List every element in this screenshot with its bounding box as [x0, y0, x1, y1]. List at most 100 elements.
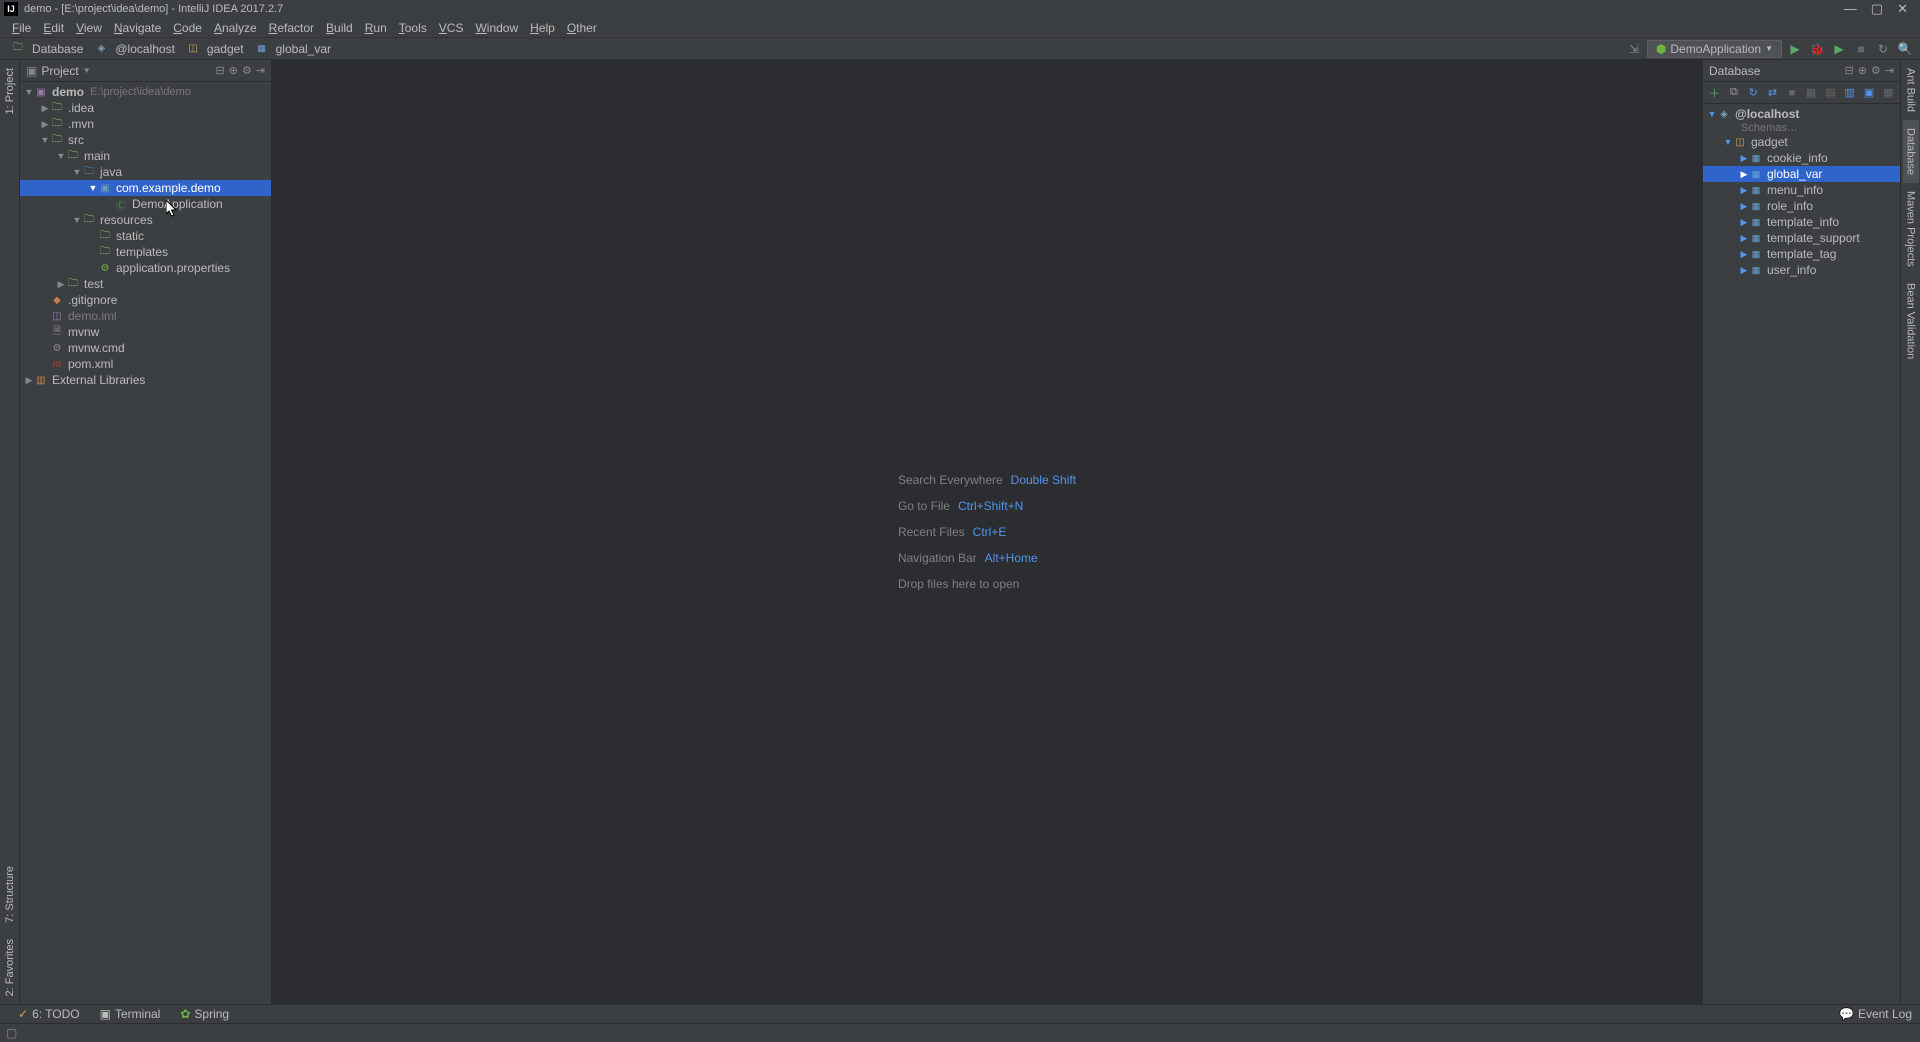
gear-icon[interactable]: ⚙ [1871, 64, 1881, 77]
chevron-right-icon[interactable]: ▶ [1739, 249, 1749, 260]
terminal-tab[interactable]: ▣Terminal [90, 1007, 171, 1021]
menu-edit[interactable]: Edit [37, 21, 70, 35]
menu-code[interactable]: Code [167, 21, 208, 35]
tree-item[interactable]: ▼🗀src [20, 132, 271, 148]
project-tree[interactable]: ▼▣demoE:\project\idea\demo ▶🗀.idea ▶🗀.mv… [20, 82, 271, 1004]
breadcrumb[interactable]: ◫gadget [181, 42, 250, 56]
menu-help[interactable]: Help [524, 21, 561, 35]
chevron-right-icon[interactable]: ▶ [40, 103, 50, 114]
menu-view[interactable]: View [70, 21, 108, 35]
tree-item[interactable]: ▶🗀.mvn [20, 116, 271, 132]
chevron-down-icon[interactable]: ▼ [1723, 137, 1733, 147]
tree-item[interactable]: 🗎mvnw [20, 324, 271, 340]
db-host[interactable]: ▼◈@localhost [1703, 106, 1900, 122]
db-table[interactable]: ▶▦cookie_info [1703, 150, 1900, 166]
collapse-all-button[interactable]: ⊟ [1844, 64, 1853, 77]
chevron-right-icon[interactable]: ▶ [1739, 153, 1749, 164]
search-button[interactable]: 🔍 [1896, 40, 1914, 58]
spring-tab[interactable]: ✿Spring [170, 1007, 239, 1021]
schemas-hint[interactable]: Schemas… [1703, 122, 1900, 134]
tree-item[interactable]: ▶🗀.idea [20, 100, 271, 116]
maximize-button[interactable]: ▢ [1871, 1, 1883, 17]
minimize-button[interactable]: — [1844, 1, 1857, 17]
db-table[interactable]: ▶▦template_info [1703, 214, 1900, 230]
chevron-right-icon[interactable]: ▶ [1739, 201, 1749, 212]
stop-button[interactable]: ■ [1784, 85, 1799, 101]
menu-tools[interactable]: Tools [393, 21, 433, 35]
chevron-down-icon[interactable]: ▼ [72, 215, 82, 225]
coverage-button[interactable]: ▶ [1830, 40, 1848, 58]
chevron-right-icon[interactable]: ▶ [24, 375, 34, 386]
menu-vcs[interactable]: VCS [433, 21, 470, 35]
menu-navigate[interactable]: Navigate [108, 21, 167, 35]
tree-item[interactable]: ▼🗀main [20, 148, 271, 164]
run-config-selector[interactable]: ⬢ DemoApplication ▼ [1647, 40, 1782, 58]
database-panel-title[interactable]: Database [1709, 64, 1844, 78]
gear-icon[interactable]: ⚙ [242, 64, 252, 77]
tree-item[interactable]: 🗀static [20, 228, 271, 244]
chevron-right-icon[interactable]: ▶ [1739, 217, 1749, 228]
collapse-all-button[interactable]: ⊟ [215, 64, 224, 77]
chevron-down-icon[interactable]: ▼ [24, 87, 34, 97]
db-table[interactable]: ▶▦menu_info [1703, 182, 1900, 198]
chevron-right-icon[interactable]: ▶ [40, 119, 50, 130]
chevron-right-icon[interactable]: ▶ [1739, 169, 1749, 180]
tree-item[interactable]: 🗀templates [20, 244, 271, 260]
debug-button[interactable]: 🐞 [1808, 40, 1826, 58]
menu-analyze[interactable]: Analyze [208, 21, 263, 35]
menu-build[interactable]: Build [320, 21, 359, 35]
tree-item[interactable]: ▶▥External Libraries [20, 372, 271, 388]
hide-panel-button[interactable]: ⇥ [1885, 64, 1894, 77]
chevron-right-icon[interactable]: ▶ [1739, 265, 1749, 276]
project-panel-title[interactable]: ▣ Project ▼ [26, 64, 215, 78]
duplicate-button[interactable]: ⧉ [1726, 85, 1741, 101]
close-button[interactable]: ✕ [1897, 1, 1908, 17]
menu-refactor[interactable]: Refactor [263, 21, 320, 35]
gutter-project-tab[interactable]: 1: Project [2, 60, 18, 122]
tree-item-selected[interactable]: ▼▣com.example.demo [20, 180, 271, 196]
tree-item[interactable]: ⒸDemoApplication [20, 196, 271, 212]
tree-item[interactable]: ▼🗀resources [20, 212, 271, 228]
console-button[interactable]: ▣ [1861, 85, 1876, 101]
breadcrumb[interactable]: ◈@localhost [89, 42, 181, 56]
run-button[interactable]: ▶ [1786, 40, 1804, 58]
event-log-tab[interactable]: 💬Event Log [1839, 1007, 1912, 1021]
db-table[interactable]: ▶▦template_support [1703, 230, 1900, 246]
menu-file[interactable]: File [6, 21, 37, 35]
gutter-structure-tab[interactable]: 7: Structure [2, 858, 18, 931]
tree-item[interactable]: ▼🗀java [20, 164, 271, 180]
tree-root[interactable]: ▼▣demoE:\project\idea\demo [20, 84, 271, 100]
breadcrumb[interactable]: ▦global_var [250, 42, 337, 56]
tree-item[interactable]: ◫demo.iml [20, 308, 271, 324]
chevron-down-icon[interactable]: ▼ [1707, 109, 1717, 119]
view-button[interactable]: ▤ [1823, 85, 1838, 101]
refresh-button[interactable]: ↻ [1746, 85, 1761, 101]
more-button[interactable]: ▦ [1881, 85, 1896, 101]
breadcrumb[interactable]: 🗀Database [6, 42, 89, 56]
gutter-ant-tab[interactable]: Ant Build [1903, 60, 1919, 120]
chevron-right-icon[interactable]: ▶ [1739, 233, 1749, 244]
add-datasource-button[interactable]: ＋ [1707, 85, 1722, 101]
hide-panel-button[interactable]: ⇥ [256, 64, 265, 77]
database-tree[interactable]: ▼◈@localhost Schemas… ▼◫gadget ▶▦cookie_… [1703, 104, 1900, 1004]
filter-button[interactable]: ▦ [1803, 85, 1818, 101]
db-table[interactable]: ▶▦template_tag [1703, 246, 1900, 262]
todo-tab[interactable]: ✓6: TODO [8, 1007, 90, 1021]
menu-window[interactable]: Window [469, 21, 524, 35]
db-table[interactable]: ▶▦role_info [1703, 198, 1900, 214]
ddl-button[interactable]: ▥ [1842, 85, 1857, 101]
chevron-down-icon[interactable]: ▼ [56, 151, 66, 161]
db-table[interactable]: ▶▦user_info [1703, 262, 1900, 278]
stop-button[interactable]: ■ [1852, 40, 1870, 58]
update-button[interactable]: ↻ [1874, 40, 1892, 58]
status-button[interactable]: ▢ [6, 1026, 17, 1040]
gutter-maven-tab[interactable]: Maven Projects [1903, 183, 1919, 275]
db-table-selected[interactable]: ▶▦global_var [1703, 166, 1900, 182]
gutter-bean-tab[interactable]: Bean Validation [1903, 275, 1919, 367]
chevron-down-icon[interactable]: ▼ [40, 135, 50, 145]
chevron-right-icon[interactable]: ▶ [56, 279, 66, 290]
gutter-favorites-tab[interactable]: 2: Favorites [2, 931, 18, 1004]
tree-item[interactable]: ◆.gitignore [20, 292, 271, 308]
tree-item[interactable]: ⚙application.properties [20, 260, 271, 276]
menu-run[interactable]: Run [359, 21, 393, 35]
